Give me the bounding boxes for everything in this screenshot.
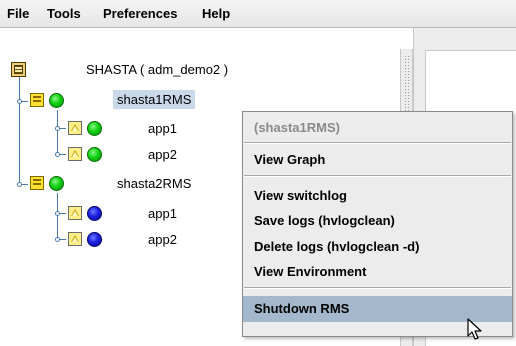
tree-node-app1[interactable]: app1 [0,203,240,223]
status-online-icon [87,147,102,162]
menu-separator [244,175,511,177]
menu-item-view-environment[interactable]: View Environment [243,259,512,285]
app-warning-icon [68,147,82,161]
mouse-pointer-icon [467,318,482,340]
tree-node-label: app2 [148,147,177,162]
tree-node-app2[interactable]: app2 [0,229,240,249]
menu-separator [244,142,511,144]
tree-node-shasta2rms[interactable]: shasta2RMS [0,173,240,193]
tree-node-app2[interactable]: app2 [0,144,240,164]
rms-node-icon [30,93,44,107]
tree-node-label: app1 [148,206,177,221]
status-offline-icon [87,232,102,247]
menu-item-view-switchlog[interactable]: View switchlog [243,183,512,209]
menu-help[interactable]: Help [202,6,230,21]
tree-node-shasta1rms[interactable]: shasta1RMS [0,90,400,110]
status-online-icon [49,176,64,191]
tree-node-label: app2 [148,232,177,247]
menu-preferences[interactable]: Preferences [103,6,177,21]
rms-node-icon [30,176,44,190]
menu-tools[interactable]: Tools [47,6,81,21]
menu-item-view-graph[interactable]: View Graph [243,147,512,173]
status-offline-icon [87,206,102,221]
context-menu: (shasta1RMS) View Graph View switchlog S… [242,111,513,337]
menu-file[interactable]: File [7,6,29,21]
tree-node-label: app1 [148,121,177,136]
tree-node-app1[interactable]: app1 [0,118,240,138]
tree-node-label: shasta2RMS [117,176,192,191]
app-warning-icon [68,232,82,246]
app-warning-icon [68,121,82,135]
tree-node-label: shasta1RMS [113,90,196,109]
menu-item-save-logs[interactable]: Save logs (hvlogclean) [243,208,512,234]
app-warning-icon [68,206,82,220]
menu-separator [244,287,511,289]
status-online-icon [49,93,64,108]
menu-item-delete-logs[interactable]: Delete logs (hvlogclean -d) [243,234,512,260]
menu-bar: File Tools Preferences Help [0,0,516,28]
cluster-root-icon [11,62,26,77]
context-menu-header: (shasta1RMS) [254,120,340,135]
tree-root-node[interactable]: SHASTA ( adm_demo2 ) [0,60,400,80]
tree-root-label: SHASTA ( adm_demo2 ) [86,62,229,77]
status-online-icon [87,121,102,136]
